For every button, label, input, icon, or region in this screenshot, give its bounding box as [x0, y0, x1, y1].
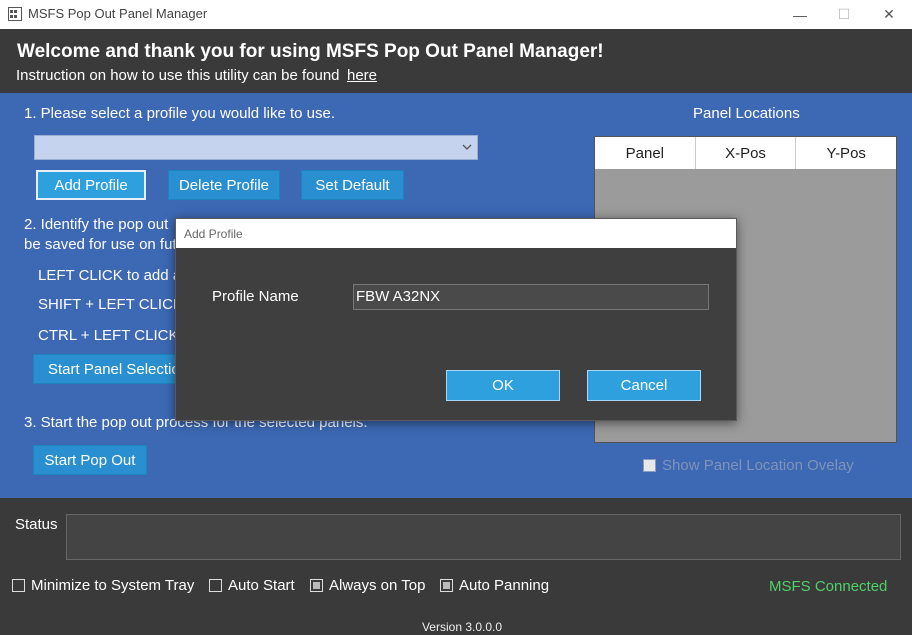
status-label: Status [15, 516, 58, 533]
always-on-top-checkbox[interactable]: Always on Top [310, 577, 425, 594]
window-title: MSFS Pop Out Panel Manager [28, 6, 208, 21]
step1-label: 1. Please select a profile you would lik… [24, 105, 336, 122]
ctrl-click-instruction: CTRL + LEFT CLICK w [38, 327, 194, 344]
status-box [66, 514, 901, 560]
profile-name-label: Profile Name [212, 288, 299, 305]
window-titlebar: MSFS Pop Out Panel Manager — ☐ ✕ [0, 0, 912, 29]
profile-select[interactable] [34, 135, 478, 160]
show-overlay-label: Show Panel Location Ovelay [662, 457, 854, 474]
start-panel-selection-button[interactable]: Start Panel Selectio [33, 354, 183, 384]
start-pop-out-button[interactable]: Start Pop Out [33, 445, 147, 475]
close-icon: ✕ [883, 6, 895, 22]
auto-panning-label: Auto Panning [459, 577, 550, 594]
column-panel[interactable]: Panel [595, 137, 696, 169]
profile-name-input[interactable]: FBW A32NX [353, 284, 709, 310]
connection-status: MSFS Connected [769, 578, 888, 595]
instruction-text: Instruction on how to use this utility c… [16, 67, 340, 84]
version-label: Version 3.0.0.0 [421, 620, 503, 634]
add-profile-button[interactable]: Add Profile [36, 170, 146, 200]
left-click-instruction: LEFT CLICK to add a [38, 267, 182, 284]
auto-panning-box[interactable] [440, 579, 453, 592]
always-on-top-box[interactable] [310, 579, 323, 592]
minimize-icon: — [793, 6, 807, 23]
auto-panning-checkbox[interactable]: Auto Panning [440, 577, 549, 594]
auto-start-label: Auto Start [228, 577, 295, 594]
delete-profile-button[interactable]: Delete Profile [168, 170, 280, 200]
show-overlay-box[interactable] [643, 459, 656, 472]
auto-start-box[interactable] [209, 579, 222, 592]
maximize-icon: ☐ [837, 6, 851, 22]
cancel-button[interactable]: Cancel [587, 370, 701, 401]
welcome-header: Welcome and thank you for using MSFS Pop… [0, 29, 912, 93]
minimize-to-tray-checkbox[interactable]: Minimize to System Tray [12, 577, 194, 594]
step2-line2: be saved for use on fut [24, 236, 177, 253]
dialog-title: Add Profile [184, 227, 243, 241]
chevron-down-icon [462, 144, 472, 150]
panel-locations-title: Panel Locations [693, 105, 800, 122]
minimize-to-tray-label: Minimize to System Tray [31, 577, 195, 594]
column-y-pos[interactable]: Y-Pos [796, 137, 896, 169]
footer: Status Minimize to System Tray Auto Star… [0, 498, 912, 635]
welcome-heading: Welcome and thank you for using MSFS Pop… [17, 41, 604, 62]
maximize-button[interactable]: ☐ [821, 0, 867, 29]
grid-header: Panel X-Pos Y-Pos [595, 137, 896, 169]
always-on-top-label: Always on Top [329, 577, 426, 594]
minimize-to-tray-box[interactable] [12, 579, 25, 592]
instruction-link[interactable]: here [347, 67, 377, 84]
column-x-pos[interactable]: X-Pos [696, 137, 797, 169]
app-icon [8, 7, 22, 21]
add-profile-dialog: Add Profile Profile Name FBW A32NX OK Ca… [175, 218, 737, 421]
minimize-button[interactable]: — [777, 0, 823, 29]
ok-button[interactable]: OK [446, 370, 560, 401]
step2-line1: 2. Identify the pop out [24, 216, 169, 233]
close-button[interactable]: ✕ [866, 0, 912, 29]
shift-click-instruction: SHIFT + LEFT CLICK t [38, 296, 192, 313]
set-default-button[interactable]: Set Default [301, 170, 404, 200]
auto-start-checkbox[interactable]: Auto Start [209, 577, 295, 594]
dialog-titlebar: Add Profile [176, 219, 736, 248]
show-overlay-checkbox[interactable]: Show Panel Location Ovelay [643, 457, 854, 474]
